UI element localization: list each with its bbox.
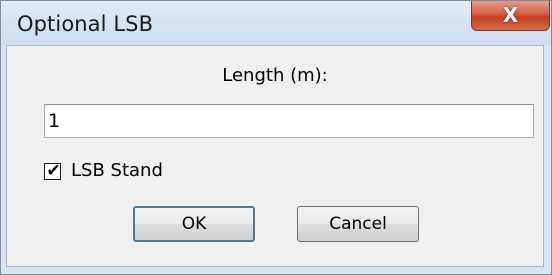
window-title: Optional LSB [17,12,154,36]
dialog-window: Optional LSB X Length (m): ✔ LSB Stand O… [0,0,552,275]
lsb-stand-checkbox[interactable]: ✔ [44,161,61,181]
lsb-stand-label[interactable]: LSB Stand [71,160,163,181]
dialog-body: Length (m): ✔ LSB Stand OK Cancel [6,45,544,267]
ok-button[interactable]: OK [133,206,255,242]
title-bar[interactable]: Optional LSB X [1,1,551,45]
check-icon: ✔ [46,161,61,181]
close-icon: X [502,3,519,27]
length-label: Length (m): [222,65,328,86]
cancel-button[interactable]: Cancel [297,206,419,242]
length-input[interactable] [44,104,534,138]
close-button[interactable]: X [471,1,550,31]
